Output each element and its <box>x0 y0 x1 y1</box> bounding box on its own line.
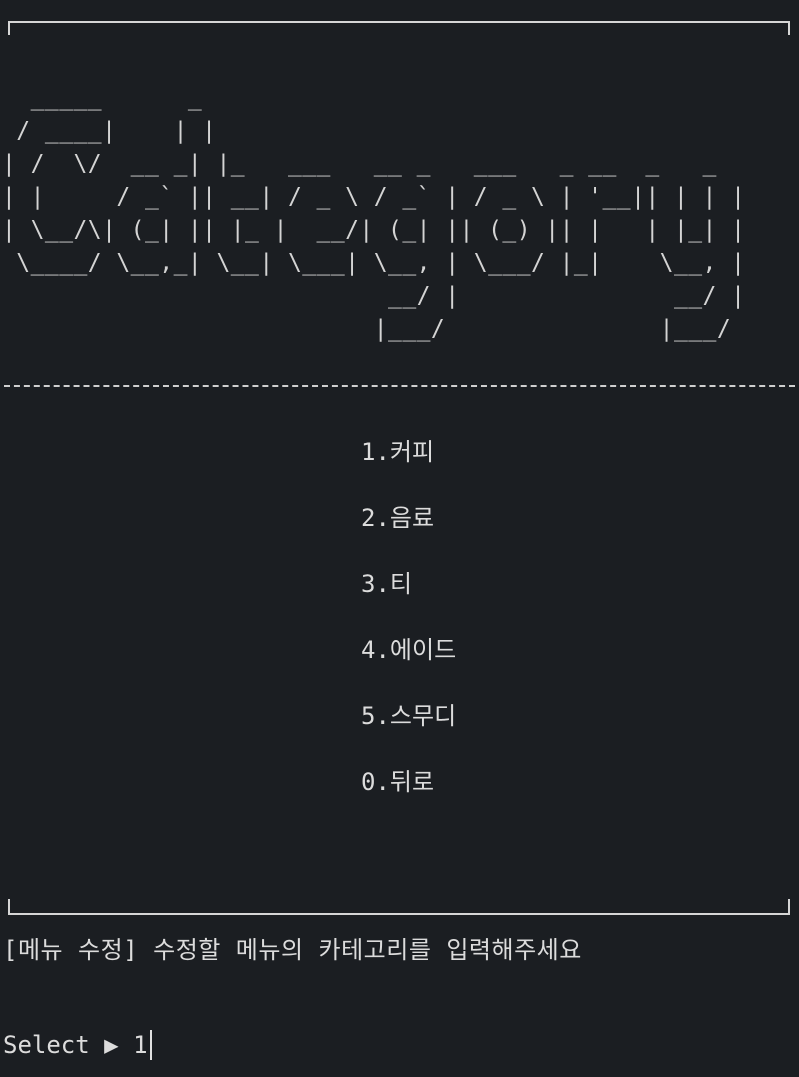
frame-top-border <box>8 21 790 35</box>
menu-item-number: 3 <box>361 570 376 598</box>
menu-item-label: 티 <box>389 570 412 598</box>
menu-item-tea[interactable]: 3.티 <box>361 568 456 634</box>
menu-item-number: 4 <box>361 636 376 664</box>
dashed-divider <box>4 385 795 387</box>
menu-item-number: 2 <box>361 504 376 532</box>
select-label: Select <box>3 1031 90 1059</box>
category-ascii-banner: _____ _ / ____| | | | / \/ __ _| |_ ___ … <box>2 85 746 342</box>
menu-item-smoothie[interactable]: 5.스무디 <box>361 700 456 766</box>
menu-item-label: 뒤로 <box>389 768 435 796</box>
menu-item-back[interactable]: 0.뒤로 <box>361 766 456 832</box>
select-input-value[interactable]: 1 <box>133 1031 147 1059</box>
menu-item-beverage[interactable]: 2.음료 <box>361 502 456 568</box>
menu-item-label: 커피 <box>389 438 435 466</box>
menu-item-number: 0 <box>361 768 376 796</box>
menu-item-ade[interactable]: 4.에이드 <box>361 634 456 700</box>
text-cursor <box>149 1030 152 1060</box>
menu-item-label: 스무디 <box>389 702 457 730</box>
menu-item-label: 에이드 <box>389 636 457 664</box>
arrow-right-icon: ▶ <box>104 1031 119 1059</box>
menu-item-number: 5 <box>361 702 376 730</box>
category-menu: 1.커피 2.음료 3.티 4.에이드 5.스무디 0.뒤로 <box>361 436 456 832</box>
prompt-message: [메뉴 수정] 수정할 메뉴의 카테고리를 입력해주세요 <box>3 936 582 964</box>
frame-bottom-border <box>8 899 790 915</box>
menu-item-coffee[interactable]: 1.커피 <box>361 436 456 502</box>
menu-item-number: 1 <box>361 438 376 466</box>
select-input-line[interactable]: Select ▶ 1 <box>3 1030 152 1060</box>
menu-item-label: 음료 <box>389 504 435 532</box>
